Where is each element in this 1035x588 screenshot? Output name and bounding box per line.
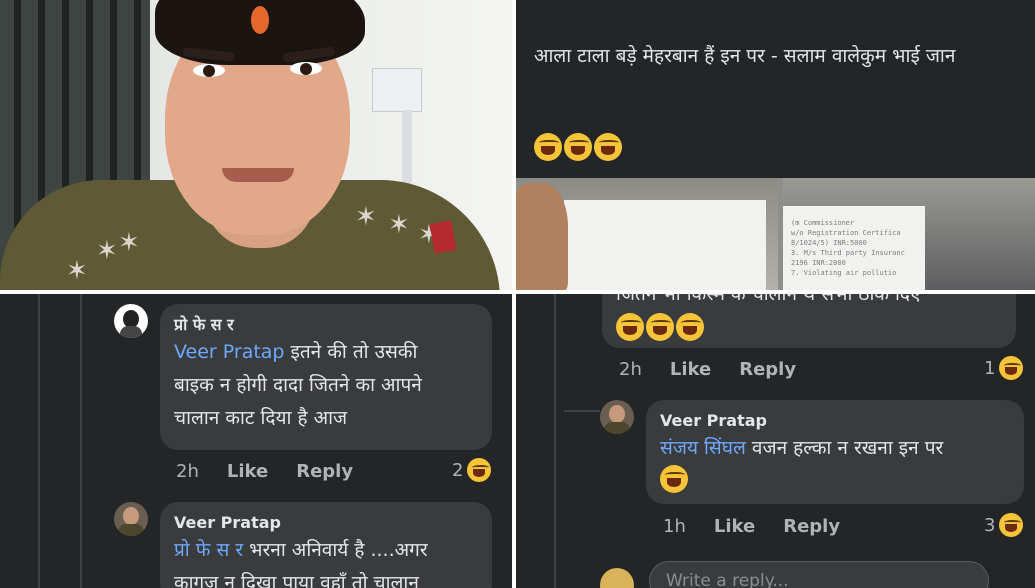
post-photos[interactable]: (m Commissioner w/o Registration Certifi…	[516, 178, 1035, 290]
emoji-row	[616, 313, 1002, 341]
mention-link[interactable]: Veer Pratap	[174, 341, 284, 363]
comment-actions: 2h Like Reply	[619, 359, 796, 380]
comment-text: जितने भी किस्म के चालान थे सभी ठोक दिए	[616, 294, 921, 305]
comment-bubble: जितने भी किस्म के चालान थे सभी ठोक दिए	[602, 294, 1016, 348]
post-panel: आला टाला बड़े मेहरबान हैं इन पर - सलाम व…	[516, 0, 1035, 290]
laughing-tears-emoji-icon	[676, 313, 704, 341]
reaction-summary[interactable]: 3	[984, 513, 1024, 537]
laughing-tears-emoji-icon	[534, 133, 562, 161]
comment-text: संजय सिंघल वजन हल्का न रखना इन पर	[660, 437, 944, 459]
mention-link[interactable]: संजय सिंघल	[660, 437, 746, 459]
thread-line	[554, 294, 556, 588]
reply-button[interactable]: Reply	[783, 516, 840, 537]
reaction-count: 1	[984, 357, 996, 379]
challan-slip: (m Commissioner w/o Registration Certifi…	[783, 206, 925, 290]
comment-text: प्रो फे स र भरना अनिवार्य है ....अगर काग…	[174, 539, 428, 588]
emoji-row	[534, 133, 622, 161]
thumb	[516, 183, 568, 290]
profile-photo-panel: ✶ ✶ ✶ ✶ ✶ ✶	[0, 0, 512, 290]
avatar	[600, 568, 634, 588]
reaction-count: 3	[984, 514, 996, 536]
post-photo-1[interactable]	[516, 178, 778, 290]
comment-bubble: प्रो फे स र Veer Pratap इतने की तो उसकी …	[160, 304, 492, 450]
comment-author[interactable]: Veer Pratap	[660, 410, 1010, 432]
laughing-tears-emoji-icon	[999, 513, 1024, 537]
star-icon: ✶	[118, 228, 140, 258]
like-button[interactable]: Like	[227, 461, 268, 482]
reply-button[interactable]: Reply	[296, 461, 353, 482]
laughing-tears-emoji-icon	[594, 133, 622, 161]
comment-actions: 1h Like Reply	[663, 516, 840, 537]
mention-link[interactable]: प्रो फे स र	[174, 539, 243, 561]
reaction-count: 2	[452, 459, 464, 481]
laughing-tears-emoji-icon	[616, 313, 644, 341]
reaction-summary[interactable]: 1	[984, 356, 1024, 380]
comment-author[interactable]: प्रो फे स र	[174, 314, 478, 336]
comment-bubble: Veer Pratap प्रो फे स र भरना अनिवार्य है…	[160, 502, 492, 588]
avatar[interactable]	[114, 304, 148, 338]
post-text: आला टाला बड़े मेहरबान हैं इन पर - सलाम व…	[534, 45, 956, 67]
laughing-tears-emoji-icon	[999, 356, 1024, 380]
reaction-summary[interactable]: 2	[452, 458, 492, 482]
laughing-tears-emoji-icon	[564, 133, 592, 161]
avatar[interactable]	[114, 502, 148, 536]
laughing-tears-emoji-icon	[660, 465, 688, 493]
right-eye	[290, 62, 322, 75]
comment-text: Veer Pratap इतने की तो उसकी बाइक न होगी …	[174, 341, 422, 429]
thread-line	[38, 294, 40, 588]
comment-panel-left: प्रो फे स र Veer Pratap इतने की तो उसकी …	[0, 294, 512, 588]
like-button[interactable]: Like	[670, 359, 711, 380]
star-icon: ✶	[388, 210, 410, 240]
reply-button[interactable]: Reply	[739, 359, 796, 380]
star-icon: ✶	[66, 256, 88, 286]
switch-box	[372, 68, 422, 112]
slip-lines: (m Commissioner w/o Registration Certifi…	[791, 219, 905, 277]
post-photo-2[interactable]: (m Commissioner w/o Registration Certifi…	[783, 178, 1035, 290]
challan-slip	[564, 200, 766, 290]
like-button[interactable]: Like	[714, 516, 755, 537]
mouth	[222, 168, 294, 182]
tilak-mark	[251, 6, 269, 34]
star-icon: ✶	[96, 236, 118, 266]
thread-connector	[564, 410, 600, 412]
comment-bubble: Veer Pratap संजय सिंघल वजन हल्का न रखना …	[646, 400, 1024, 504]
comment-author[interactable]: Veer Pratap	[174, 512, 478, 534]
laughing-tears-emoji-icon	[467, 458, 492, 482]
comment-actions: 2h Like Reply	[176, 461, 353, 482]
comment-panel-right: जितने भी किस्म के चालान थे सभी ठोक दिए 2…	[516, 294, 1035, 588]
comment-time: 2h	[619, 359, 642, 380]
comment-time: 1h	[663, 516, 686, 537]
star-icon: ✶	[355, 202, 377, 232]
avatar[interactable]	[600, 400, 634, 434]
left-eye	[193, 64, 225, 77]
laughing-tears-emoji-icon	[646, 313, 674, 341]
comment-time: 2h	[176, 461, 199, 482]
reply-input[interactable]: Write a reply...	[649, 561, 989, 588]
thread-line	[80, 294, 82, 588]
